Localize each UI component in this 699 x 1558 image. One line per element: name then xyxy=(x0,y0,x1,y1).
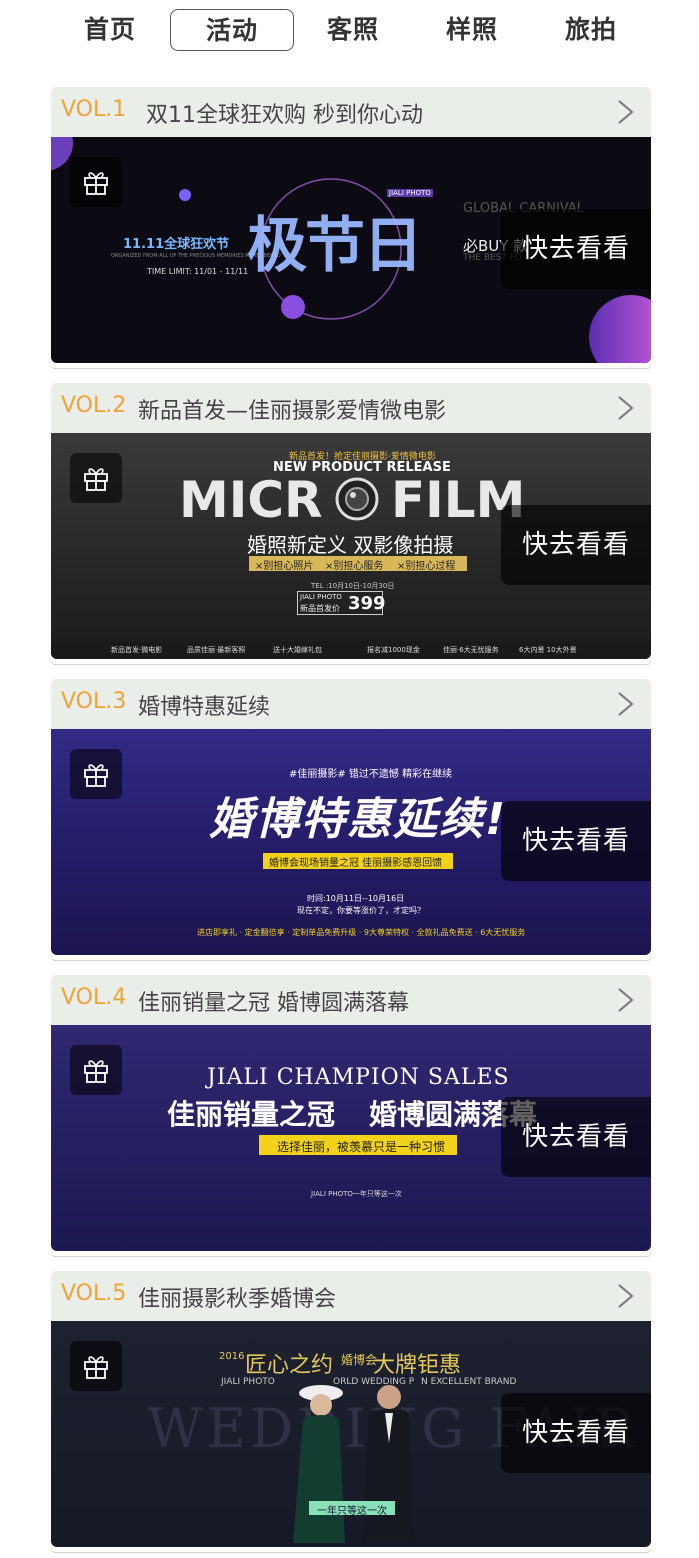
gift-badge xyxy=(70,1045,122,1095)
card-vol: VOL.3 xyxy=(61,689,127,714)
banner-brand-c: N EXCELLENT BRAND xyxy=(421,1377,517,1387)
card-banner[interactable]: WEDDING FAIR 2016 匠心之约 婚博会 大牌钜惠 JIALI PH… xyxy=(51,1321,651,1547)
activity-card[interactable]: VOL.4 佳丽销量之冠 婚博圆满落幕 JIALI CHAMPION SALES… xyxy=(51,975,651,1257)
view-now-button[interactable]: 快去看看 xyxy=(501,505,651,585)
card-header[interactable]: VOL.3 婚博特惠延续 xyxy=(51,679,651,729)
banner-foot-item: 送十大婚嫁礼包 xyxy=(273,646,322,654)
nav-item-activity[interactable]: 活动 xyxy=(170,9,294,51)
banner-foot-item: 品质佳丽·最新客照 xyxy=(187,646,246,654)
banner-foot-item: 佳丽·6大无忧服务 xyxy=(443,646,499,654)
banner-en-title: JIALI CHAMPION SALES xyxy=(207,1065,510,1090)
banner-sub: 婚照新定义 双影像拍摄 xyxy=(247,533,454,557)
card-banner[interactable]: 新品首发！抢定佳丽摄影·爱情微电影 NEW PRODUCT RELEASE MI… xyxy=(51,433,651,659)
view-now-button[interactable]: 快去看看 xyxy=(501,209,651,289)
card-title: 婚博特惠延续 xyxy=(138,695,271,720)
banner-tag-bar: ×别担心照片 ×别担心服务 ×别担心过程 xyxy=(249,556,467,572)
gift-badge xyxy=(70,453,122,503)
banner-year: 2016 xyxy=(219,1351,245,1362)
banner-yellow-bar: 选择佳丽，被羡慕只是一种习惯 xyxy=(259,1135,457,1155)
nav-item-travel-shoot[interactable]: 旅拍 xyxy=(529,9,653,51)
banner-headline: 婚博特惠延续! xyxy=(209,794,508,845)
card-title: 双11全球狂欢购 秒到你心动 xyxy=(146,103,423,128)
card-shadow xyxy=(51,957,651,961)
banner-footer: 新品首发·微电影 品质佳丽·最新客照 送十大婚嫁礼包 报名减1000现金 佳丽·… xyxy=(51,641,651,659)
card-banner[interactable]: #佳丽摄影# 错过不遗憾 精彩在继续 婚博特惠延续! 婚博会现场销量之冠 佳丽摄… xyxy=(51,729,651,955)
view-now-button[interactable]: 快去看看 xyxy=(501,801,651,881)
banner-foot-item: 新品首发·微电影 xyxy=(111,646,163,654)
chevron-right-icon xyxy=(618,692,634,716)
banner-time: TIME LIMIT: 11/01 - 11/11 xyxy=(147,267,249,276)
banner-tel: TEL :10月10日-10月30日 xyxy=(311,582,395,590)
banner-sub: JIALI PHOTO一年只等这一次 xyxy=(311,1190,402,1198)
banner-headline-a: 佳丽销量之冠 xyxy=(167,1098,336,1131)
banner-question: 现在不定，你要等涨价了，才定吗？ xyxy=(297,906,425,915)
banner-price-box: JIALI PHOTO 新品首发价 399 xyxy=(297,591,386,615)
card-header[interactable]: VOL.2 新品首发—佳丽摄影爱情微电影 xyxy=(51,383,651,433)
banner-yellow-text: 婚博会现场销量之冠 佳丽摄影感恩回馈 xyxy=(269,858,443,869)
card-banner[interactable]: JIALI CHAMPION SALES 佳丽销量之冠 婚博圆满落幕 选择佳丽，… xyxy=(51,1025,651,1251)
activity-card[interactable]: VOL.2 新品首发—佳丽摄影爱情微电影 新品首发！抢定佳丽摄影·爱情微电影 N… xyxy=(51,383,651,665)
gift-badge xyxy=(70,1341,122,1391)
banner-top-line: #佳丽摄影# 错过不遗憾 精彩在继续 xyxy=(289,769,453,780)
activity-card[interactable]: VOL.3 婚博特惠延续 #佳丽摄影# 错过不遗憾 精彩在继续 婚博特惠延续! … xyxy=(51,679,651,961)
chevron-right-icon xyxy=(618,988,634,1012)
activity-card[interactable]: VOL.5 佳丽摄影秋季婚博会 WEDDING FAIR 2016 匠心之约 婚… xyxy=(51,1271,651,1553)
banner-tag: ×别担心过程 xyxy=(397,561,456,572)
nav-item-sample-photos[interactable]: 样照 xyxy=(410,9,534,51)
banner-price-label: 新品首发价 xyxy=(300,604,340,613)
chevron-right-icon xyxy=(618,1284,634,1308)
banner-headline: 极节日 xyxy=(247,211,423,281)
banner-price-brand: JIALI PHOTO xyxy=(300,593,342,601)
card-title: 新品首发—佳丽摄影爱情微电影 xyxy=(138,399,447,424)
card-shadow xyxy=(51,365,651,369)
banner-footer-line: 进店即享礼 · 定金翻倍享 · 定制单品免费升级 · 9大尊荣特权 · 全款礼品… xyxy=(197,928,526,937)
card-banner[interactable]: 11.11全球狂欢节 ORGANIZED FROM ALL OF THE PRE… xyxy=(51,137,651,363)
banner-foot-item: 报名减1000现金 xyxy=(367,646,420,654)
camera-lens-icon xyxy=(335,477,379,521)
banner-price: 399 xyxy=(348,593,386,614)
card-shadow xyxy=(51,661,651,665)
banner-green-text: 一年只等这一次 xyxy=(317,1506,387,1517)
banner-tag: ×别担心照片 xyxy=(255,561,314,572)
banner-left-title: 11.11全球狂欢节 xyxy=(123,237,230,252)
view-now-button[interactable]: 快去看看 xyxy=(501,1097,651,1177)
card-header[interactable]: VOL.1 双11全球狂欢购 秒到你心动 xyxy=(51,87,651,137)
chevron-right-icon xyxy=(618,396,634,420)
banner-foot-item: 6大内景 10大外景 xyxy=(519,646,577,654)
card-shadow xyxy=(51,1549,651,1553)
card-vol: VOL.1 xyxy=(61,97,127,122)
gift-badge xyxy=(70,157,122,207)
gift-badge xyxy=(70,749,122,799)
chevron-right-icon xyxy=(618,100,634,124)
nav-item-guest-photos[interactable]: 客照 xyxy=(291,9,415,51)
card-shadow xyxy=(51,1253,651,1257)
card-vol: VOL.2 xyxy=(61,393,127,418)
banner-tag: ×别担心服务 xyxy=(325,561,384,572)
card-header[interactable]: VOL.4 佳丽销量之冠 婚博圆满落幕 xyxy=(51,975,651,1025)
banner-micro-a: MICR xyxy=(179,471,323,529)
card-title: 佳丽摄影秋季婚博会 xyxy=(138,1287,337,1312)
nav-item-home[interactable]: 首页 xyxy=(48,9,172,51)
banner-green-bar: 一年只等这一次 xyxy=(309,1501,395,1517)
card-vol: VOL.4 xyxy=(61,985,127,1010)
card-title: 佳丽销量之冠 婚博圆满落幕 xyxy=(138,991,409,1016)
banner-yellow-bar: 婚博会现场销量之冠 佳丽摄影感恩回馈 xyxy=(263,853,453,869)
gift-icon xyxy=(84,172,108,195)
card-header[interactable]: VOL.5 佳丽摄影秋季婚博会 xyxy=(51,1271,651,1321)
gift-icon xyxy=(84,764,108,787)
banner-brand: JIALI PHOTO xyxy=(221,1377,275,1387)
banner-date: 时间:10月11日--10月16日 xyxy=(307,894,405,903)
gift-icon xyxy=(84,468,108,491)
card-vol: VOL.5 xyxy=(61,1281,127,1306)
banner-headline-mid: 婚博会 xyxy=(341,1353,378,1367)
top-nav: 首页 活动 客照 样照 旅拍 xyxy=(0,0,699,64)
banner-brand-tag: JIALI PHOTO xyxy=(387,189,433,197)
gift-icon xyxy=(84,1060,108,1083)
activity-card[interactable]: VOL.1 双11全球狂欢购 秒到你心动 11.11全球狂欢节 ORGANIZE… xyxy=(51,87,651,369)
banner-yellow-text: 选择佳丽，被羡慕只是一种习惯 xyxy=(277,1140,446,1154)
view-now-button[interactable]: 快去看看 xyxy=(501,1393,651,1473)
couple-photo xyxy=(293,1385,415,1543)
gift-icon xyxy=(84,1356,108,1379)
